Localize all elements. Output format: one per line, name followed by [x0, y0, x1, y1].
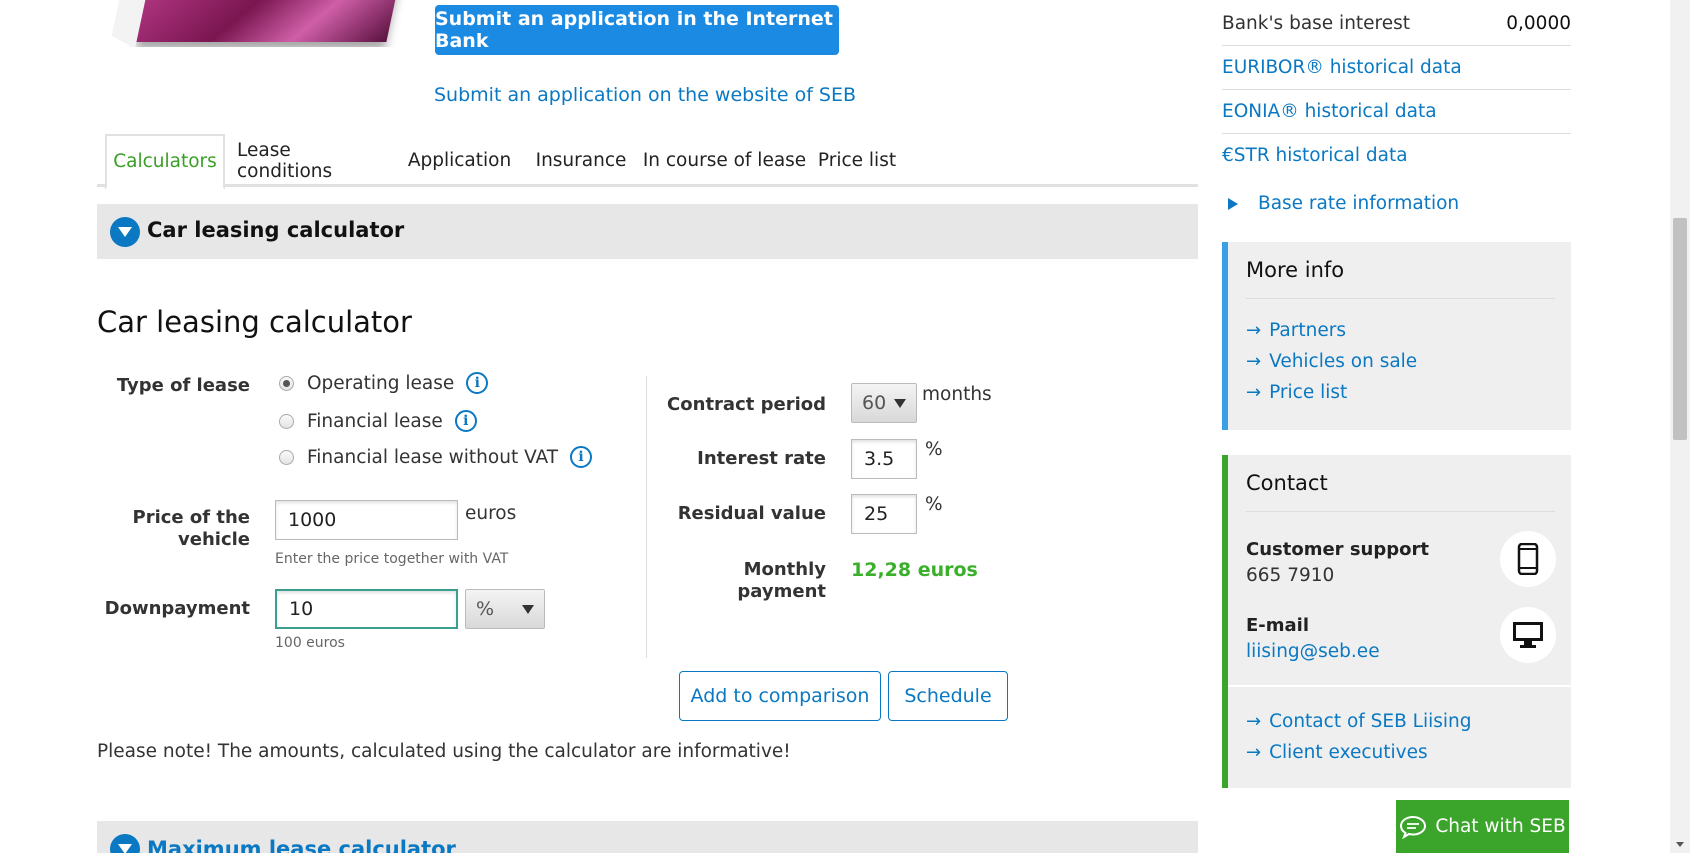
- info-icon[interactable]: i: [466, 372, 489, 394]
- monthly-payment-label: Monthly payment: [737, 559, 826, 602]
- lease-option-financial-no-vat[interactable]: Financial lease without VAT i: [279, 446, 593, 468]
- phone-icon: [1500, 531, 1556, 587]
- vehicles-on-sale-link[interactable]: → Vehicles on sale: [1246, 351, 1417, 372]
- add-to-comparison-button[interactable]: Add to comparison: [679, 671, 881, 721]
- schedule-button[interactable]: Schedule: [888, 671, 1008, 721]
- info-icon[interactable]: i: [454, 410, 477, 432]
- product-image: [104, 0, 409, 47]
- info-icon[interactable]: i: [570, 446, 593, 468]
- email-link[interactable]: liising@seb.ee: [1246, 641, 1380, 662]
- price-unit: euros: [465, 503, 517, 524]
- contract-period-unit: months: [922, 384, 992, 405]
- downpayment-input[interactable]: 10: [275, 589, 458, 629]
- price-hint: Enter the price together with VAT: [275, 551, 509, 567]
- type-of-lease-label: Type of lease: [116, 375, 250, 396]
- contract-period-select[interactable]: 60: [851, 383, 917, 423]
- sidebar-link-row: EONIA® historical data: [1222, 90, 1571, 134]
- arrow-right-icon: →: [1246, 382, 1262, 403]
- chat-bubble-icon: [1400, 815, 1427, 839]
- lease-option-operating[interactable]: Operating lease i: [279, 372, 489, 394]
- price-input[interactable]: 1000: [275, 500, 458, 540]
- euribor-link[interactable]: EURIBOR® historical data: [1222, 57, 1462, 78]
- email-label: E-mail: [1246, 615, 1310, 636]
- monthly-payment-value: 12,28 euros: [851, 559, 978, 581]
- residual-value-input[interactable]: 25: [851, 494, 917, 534]
- base-rate-info-toggle[interactable]: Base rate information: [1228, 193, 1459, 214]
- accordion-title: Car leasing calculator: [147, 218, 405, 242]
- downpayment-unit-select[interactable]: %: [465, 589, 545, 629]
- tab-lease-conditions[interactable]: Lease conditions: [237, 134, 387, 187]
- contact-panel: Contact Customer support 665 7910 E-mail…: [1222, 455, 1571, 788]
- lease-option-financial[interactable]: Financial lease i: [279, 410, 477, 432]
- collapse-icon: [110, 217, 140, 247]
- sidebar-link-row: EURIBOR® historical data: [1222, 46, 1571, 90]
- arrow-right-icon: →: [1246, 351, 1262, 372]
- downpayment-label: Downpayment: [104, 598, 250, 619]
- expand-icon: [110, 834, 140, 853]
- maximum-lease-accordion[interactable]: Maximum lease calculator: [97, 821, 1198, 853]
- client-executives-link[interactable]: → Client executives: [1246, 742, 1428, 763]
- divider: [1246, 298, 1555, 299]
- tab-bar: Calculators Lease conditions Application…: [97, 134, 1198, 190]
- tab-calculators[interactable]: Calculators: [105, 134, 225, 190]
- price-label: Price of the vehicle: [132, 507, 250, 550]
- contact-seb-liising-link[interactable]: → Contact of SEB Liising: [1246, 711, 1472, 732]
- chevron-down-icon: [522, 605, 534, 614]
- price-list-link[interactable]: → Price list: [1246, 382, 1347, 403]
- divider: [1228, 685, 1571, 687]
- interest-rate-unit: %: [925, 439, 943, 460]
- chat-button[interactable]: Chat with SEB: [1396, 800, 1569, 853]
- residual-value-unit: %: [925, 494, 943, 515]
- accordion-title: Maximum lease calculator: [147, 837, 456, 853]
- interest-rate-label: Interest rate: [697, 448, 826, 469]
- customer-support-label: Customer support: [1246, 539, 1429, 560]
- base-interest-row: Bank's base interest 0,0000: [1222, 0, 1571, 46]
- customer-support-phone: 665 7910: [1246, 565, 1335, 586]
- scroll-down-icon[interactable]: [1676, 842, 1684, 847]
- residual-value-label: Residual value: [677, 503, 826, 524]
- website-apply-link[interactable]: Submit an application on the website of …: [434, 84, 856, 106]
- contract-period-label: Contract period: [667, 394, 826, 415]
- disclaimer-note: Please note! The amounts, calculated usi…: [97, 741, 791, 762]
- more-info-title: More info: [1246, 258, 1345, 282]
- tab-insurance[interactable]: Insurance: [531, 134, 631, 187]
- column-divider: [646, 376, 647, 658]
- tab-in-course-of-lease[interactable]: In course of lease: [642, 134, 807, 187]
- eonia-link[interactable]: EONIA® historical data: [1222, 101, 1437, 122]
- contact-title: Contact: [1246, 471, 1328, 495]
- arrow-right-icon: →: [1246, 320, 1262, 341]
- partners-link[interactable]: → Partners: [1246, 320, 1346, 341]
- estr-link[interactable]: €STR historical data: [1222, 145, 1408, 166]
- scrollbar[interactable]: [1670, 0, 1690, 853]
- arrow-right-icon: →: [1246, 711, 1262, 732]
- interest-rate-input[interactable]: 3.5: [851, 439, 917, 479]
- chevron-down-icon: [894, 399, 906, 408]
- radio-icon[interactable]: [279, 449, 294, 465]
- divider: [1246, 511, 1555, 512]
- computer-icon: [1500, 607, 1556, 663]
- car-leasing-accordion[interactable]: Car leasing calculator: [97, 204, 1198, 259]
- base-interest-label: Bank's base interest: [1222, 13, 1411, 34]
- downpayment-hint: 100 euros: [275, 635, 345, 651]
- more-info-panel: More info → Partners → Vehicles on sale → P…: [1222, 242, 1571, 430]
- calculator-title: Car leasing calculator: [97, 305, 412, 339]
- caret-right-icon: [1228, 197, 1238, 210]
- scrollbar-thumb[interactable]: [1673, 218, 1687, 440]
- arrow-right-icon: →: [1246, 742, 1262, 763]
- internet-bank-apply-button[interactable]: Submit an application in the Internet Ba…: [435, 5, 839, 55]
- radio-checked-icon[interactable]: [279, 375, 294, 391]
- base-interest-value: 0,0000: [1506, 13, 1571, 34]
- sidebar-link-row: €STR historical data: [1222, 145, 1408, 166]
- tab-application[interactable]: Application: [397, 134, 522, 187]
- tab-price-list[interactable]: Price list: [817, 134, 897, 187]
- radio-icon[interactable]: [279, 413, 294, 429]
